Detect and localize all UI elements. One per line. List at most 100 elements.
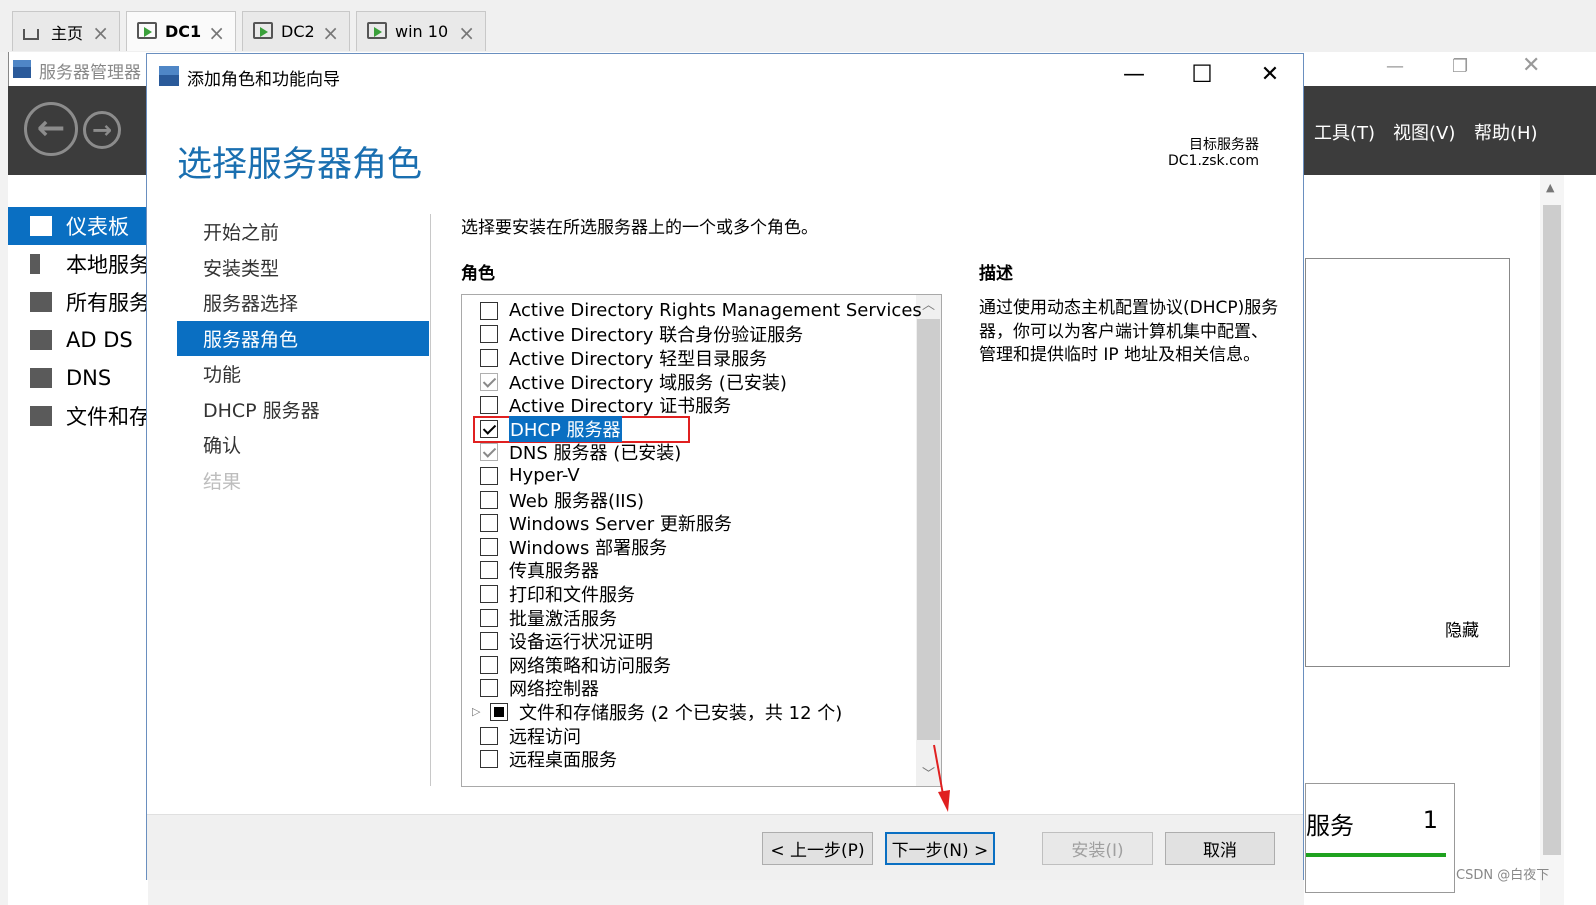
role-checkbox[interactable] [480, 679, 498, 698]
role-label: Active Directory 证书服务 [509, 396, 732, 418]
role-item[interactable]: 传真服务器 [462, 559, 914, 582]
close-icon[interactable]: × [458, 21, 475, 45]
role-item[interactable]: Active Directory Rights Management Servi… [462, 299, 922, 323]
close-icon[interactable]: × [208, 21, 225, 45]
close-icon[interactable]: × [92, 21, 109, 45]
maximize-icon[interactable]: ☐ [1187, 60, 1217, 88]
role-checkbox[interactable] [480, 632, 498, 651]
close-icon[interactable]: ✕ [1522, 53, 1540, 78]
role-checkbox[interactable] [480, 584, 498, 603]
target-server-label: 目标服务器 [1189, 137, 1259, 153]
minimize-icon[interactable]: — [1386, 56, 1404, 77]
hide-link[interactable]: 隐藏 [1445, 616, 1479, 641]
menu-tools[interactable]: 工具(T) [1314, 119, 1375, 145]
role-item[interactable]: 网络控制器 [462, 677, 914, 700]
role-item[interactable]: Active Directory 域服务 (已安装) [462, 370, 914, 394]
roles-scrollbar[interactable]: ︿ ﹀ [916, 295, 941, 786]
role-item[interactable]: Windows 部署服务 [462, 535, 914, 559]
services-tile[interactable]: 服务 1 [1305, 783, 1455, 893]
role-checkbox[interactable] [480, 466, 498, 485]
back-arrow-icon[interactable]: ← [24, 102, 78, 156]
scroll-thumb[interactable] [917, 319, 940, 740]
sidebar-item-label: DNS [66, 366, 112, 390]
close-icon[interactable]: × [322, 21, 339, 45]
step-installation-type[interactable]: 安装类型 [177, 250, 429, 286]
minimize-icon[interactable]: — [1119, 62, 1149, 87]
roles-list[interactable]: ︿ ﹀ Active Directory Rights Management S… [461, 294, 942, 787]
role-checkbox[interactable] [480, 561, 498, 580]
step-server-roles[interactable]: 服务器角色 [177, 320, 429, 356]
vm-tab-home[interactable]: 主页 × [12, 11, 120, 51]
step-confirmation[interactable]: 确认 [177, 427, 429, 463]
role-item[interactable]: 打印和文件服务 [462, 582, 914, 606]
menu-help[interactable]: 帮助(H) [1474, 119, 1538, 145]
role-item[interactable]: 远程访问 [462, 724, 914, 748]
scroll-down-icon[interactable]: ﹀ [916, 764, 941, 786]
role-item[interactable]: ▷ 文件和存储服务 (2 个已安装，共 12 个) [462, 700, 914, 724]
role-checkbox[interactable] [480, 514, 498, 533]
role-item[interactable]: 设备运行状况证明 [462, 629, 914, 653]
sidebar-item-all-servers[interactable]: 所有服务器 [8, 283, 148, 321]
sidebar-item-dns[interactable]: DNS [8, 359, 148, 397]
sidebar-item-local-server[interactable]: 本地服务器 [8, 245, 148, 283]
server-manager-scrollbar[interactable]: ▲ [1540, 175, 1564, 905]
close-icon[interactable]: ✕ [1255, 62, 1285, 87]
restore-icon[interactable]: ❐ [1452, 56, 1468, 77]
role-label: 文件和存储服务 (2 个已安装，共 12 个) [519, 702, 843, 724]
dialog-titlebar: 添加角色和功能向导 — ☐ ✕ [147, 54, 1303, 98]
forward-arrow-icon[interactable]: → [83, 111, 121, 149]
sidebar-item-dashboard[interactable]: 仪表板 [8, 207, 148, 245]
role-item[interactable]: Windows Server 更新服务 [462, 511, 914, 535]
menu-view[interactable]: 视图(V) [1393, 119, 1455, 145]
sidebar-item-ad-ds[interactable]: AD DS [8, 321, 148, 359]
scroll-thumb[interactable] [1543, 205, 1561, 855]
role-item[interactable]: Web 服务器(IIS) [462, 488, 914, 512]
role-item[interactable]: 网络策略和访问服务 [462, 653, 914, 677]
dns-icon [30, 368, 52, 388]
cancel-button[interactable]: 取消 [1165, 832, 1275, 865]
step-before-you-begin[interactable]: 开始之前 [177, 214, 429, 250]
role-checkbox[interactable] [480, 726, 498, 745]
step-features[interactable]: 功能 [177, 356, 429, 392]
step-server-selection[interactable]: 服务器选择 [177, 285, 429, 321]
role-checkbox[interactable] [480, 655, 498, 674]
role-checkbox[interactable] [480, 372, 498, 391]
role-checkbox[interactable] [480, 490, 498, 509]
scroll-up-icon[interactable]: ▲ [1546, 181, 1554, 194]
vm-tab-dc2[interactable]: DC2 × [242, 11, 350, 51]
role-checkbox[interactable] [480, 301, 498, 320]
next-button[interactable]: 下一步(N) > [885, 832, 995, 865]
role-label: DNS 服务器 (已安装) [509, 443, 682, 465]
expand-arrow-icon[interactable]: ▷ [472, 705, 486, 718]
vm-tab-dc1[interactable]: DC1 × [126, 11, 236, 51]
home-icon [23, 22, 45, 42]
role-label: 批量激活服务 [509, 608, 617, 630]
vm-tab-win10[interactable]: win 10 × [356, 11, 486, 51]
role-checkbox[interactable] [480, 419, 498, 438]
sidebar-item-file-storage[interactable]: 文件和存储服务 [8, 397, 148, 435]
page-title: 选择服务器角色 [177, 145, 423, 185]
role-item[interactable]: Active Directory 联合身份验证服务 [462, 323, 914, 346]
server-manager-sidebar: 仪表板 本地服务器 所有服务器 AD DS DNS 文件和存储服务 [8, 175, 148, 905]
step-dhcp-server[interactable]: DHCP 服务器 [177, 392, 429, 428]
role-item[interactable]: Hyper-V [462, 464, 914, 488]
role-label: 远程桌面服务 [509, 750, 617, 772]
role-checkbox[interactable] [480, 396, 498, 415]
role-checkbox[interactable] [480, 348, 498, 367]
target-server-value: DC1.zsk.com [1167, 153, 1259, 169]
role-label: DHCP 服务器 [509, 415, 622, 442]
role-item[interactable]: DNS 服务器 (已安装) [462, 441, 914, 465]
role-item[interactable]: 批量激活服务 [462, 606, 914, 630]
role-checkbox[interactable] [480, 325, 498, 344]
role-checkbox[interactable] [480, 537, 498, 556]
role-item[interactable]: DHCP 服务器 [462, 415, 914, 442]
role-checkbox[interactable] [480, 443, 498, 462]
previous-button[interactable]: < 上一步(P) [762, 832, 873, 865]
vm-icon [367, 21, 389, 42]
role-checkbox[interactable] [490, 702, 508, 721]
role-item[interactable]: Active Directory 轻型目录服务 [462, 346, 914, 370]
role-item[interactable]: Active Directory 证书服务 [462, 393, 914, 417]
role-checkbox[interactable] [480, 608, 498, 627]
role-item[interactable]: 远程桌面服务 [462, 747, 914, 771]
role-checkbox[interactable] [480, 750, 498, 769]
